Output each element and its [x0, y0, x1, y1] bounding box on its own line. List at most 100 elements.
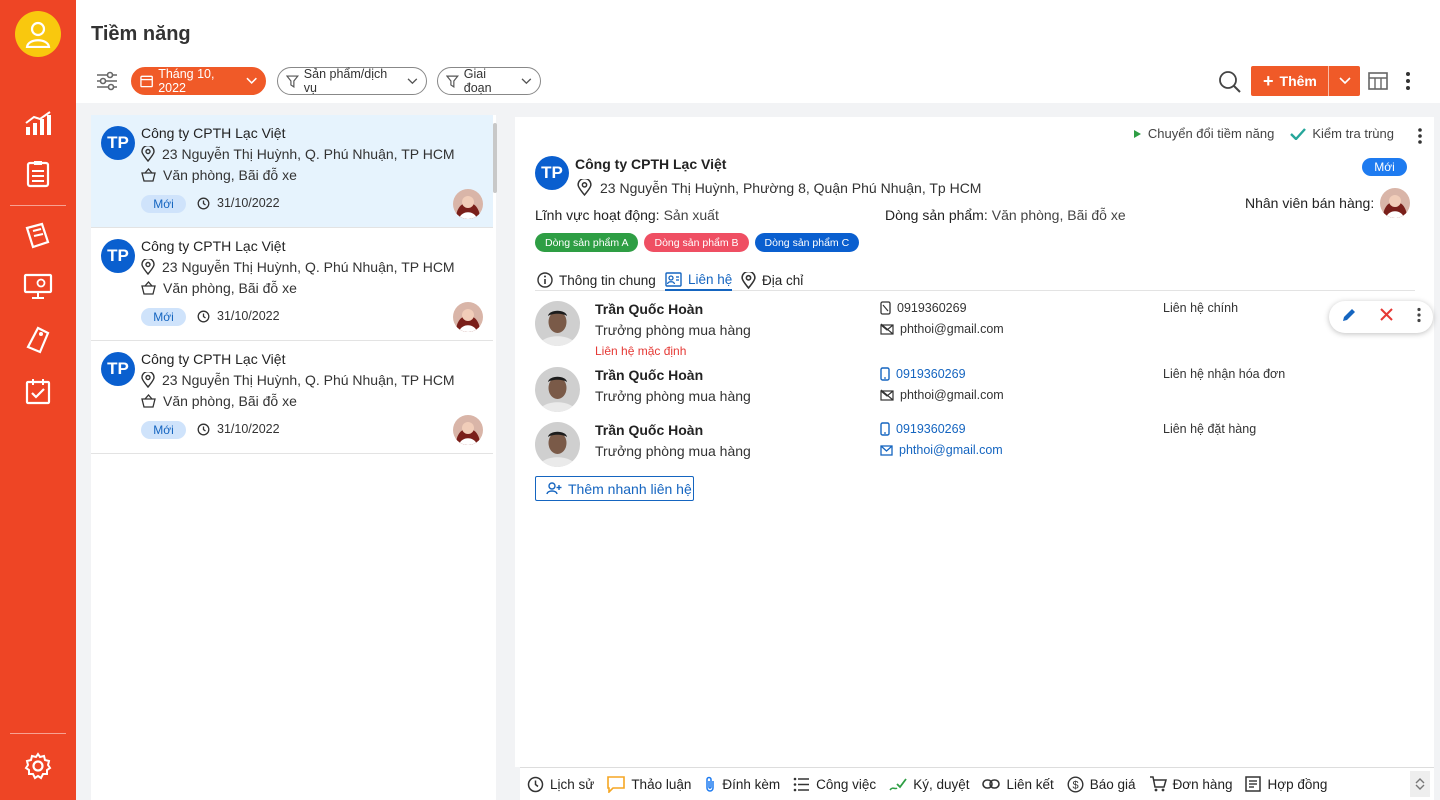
- sales-rep-avatar[interactable]: [453, 415, 483, 445]
- contact-phone-text: 0919360269: [897, 301, 967, 315]
- location-pin-icon: [141, 146, 155, 162]
- ticket-icon[interactable]: [22, 220, 54, 252]
- tab-address[interactable]: Địa chỉ: [741, 269, 803, 291]
- rail-divider: [10, 205, 66, 206]
- list-scrollbar[interactable]: [493, 123, 497, 193]
- approval-label: Ký, duyệt: [913, 776, 970, 792]
- monitor-icon[interactable]: [22, 270, 54, 302]
- quick-add-contact-button[interactable]: Thêm nhanh liên hệ: [535, 476, 694, 501]
- sales-rep-field: Nhân viên bán hàng:: [1245, 188, 1411, 218]
- paperclip-icon: [706, 776, 715, 792]
- settings-gear-icon[interactable]: [22, 750, 54, 782]
- funnel-icon: [446, 75, 459, 88]
- user-icon: [25, 21, 51, 48]
- tasks-button[interactable]: Công việc: [793, 777, 876, 792]
- stage-filter-dropdown[interactable]: Giai đoạn: [437, 67, 541, 95]
- quotes-button[interactable]: $ Báo giá: [1067, 775, 1136, 793]
- lead-list-item[interactable]: TP Công ty CPTH Lạc Việt 23 Nguyễn Thị H…: [91, 115, 493, 228]
- contact-role: Liên hệ nhận hóa đơn: [1163, 367, 1286, 381]
- bottom-bar-scroller[interactable]: [1410, 771, 1430, 797]
- filter-settings-icon[interactable]: [96, 71, 118, 96]
- contact-name: Trần Quốc Hoàn: [595, 367, 704, 383]
- contact-photo: [535, 367, 580, 412]
- attachments-label: Đính kèm: [722, 776, 781, 792]
- more-vertical-icon[interactable]: [1402, 71, 1414, 96]
- lead-list-item[interactable]: TP Công ty CPTH Lạc Việt 23 Nguyễn Thị H…: [91, 228, 493, 341]
- month-filter-dropdown[interactable]: Tháng 10, 2022: [131, 67, 266, 95]
- status-badge: Mới: [141, 308, 186, 326]
- email-off-icon: [880, 389, 894, 401]
- company-avatar: TP: [535, 156, 569, 190]
- links-button[interactable]: Liên kết: [982, 777, 1054, 792]
- add-button[interactable]: + Thêm: [1251, 66, 1360, 96]
- lead-address: 23 Nguyễn Thị Huỳnh, Q. Phú Nhuận, TP HC…: [162, 146, 455, 162]
- contact-email-text: phthoi@gmail.com: [900, 322, 1004, 336]
- company-avatar: TP: [101, 239, 135, 273]
- lead-date: 31/10/2022: [197, 422, 280, 436]
- history-button[interactable]: Lịch sử: [527, 776, 594, 793]
- delete-x-icon[interactable]: [1379, 308, 1393, 326]
- contracts-button[interactable]: Hợp đồng: [1245, 776, 1327, 792]
- lead-address: 23 Nguyễn Thị Huỳnh, Q. Phú Nhuận, TP HC…: [162, 259, 455, 275]
- contact-phone: 0919360269: [880, 301, 967, 315]
- clock-history-icon: [197, 310, 210, 322]
- contact-title: Trưởng phòng mua hàng: [595, 322, 751, 338]
- contact-email-text: phthoi@gmail.com: [899, 443, 1003, 457]
- contact-row[interactable]: Trần Quốc Hoàn Trưởng phòng mua hàng 091…: [535, 422, 1415, 482]
- approval-button[interactable]: Ký, duyệt: [889, 776, 969, 792]
- left-rail: [0, 0, 76, 800]
- attachments-button[interactable]: Đính kèm: [704, 776, 780, 793]
- product-tag[interactable]: Dòng sản phẩm C: [754, 233, 860, 252]
- contact-card-icon: [665, 271, 682, 287]
- add-options-toggle[interactable]: [1329, 77, 1360, 85]
- lead-products: Văn phòng, Bãi đỗ xe: [163, 393, 297, 409]
- svg-text:$: $: [1072, 779, 1078, 791]
- calendar-check-icon[interactable]: [22, 375, 54, 407]
- shopping-cart-icon: [1149, 776, 1167, 792]
- product-tag[interactable]: Dòng sản phẩm A: [535, 233, 639, 252]
- sales-rep-avatar[interactable]: [1380, 188, 1411, 218]
- price-tag-icon[interactable]: [22, 324, 54, 356]
- contact-email[interactable]: phthoi@gmail.com: [880, 443, 1003, 457]
- tab-contacts[interactable]: Liên hệ: [665, 269, 733, 291]
- industry-value: Sản xuất: [663, 207, 719, 223]
- lead-products-row: Văn phòng, Bãi đỗ xe: [141, 167, 297, 183]
- funnel-icon: [286, 75, 299, 88]
- discussion-button[interactable]: Thảo luận: [607, 775, 691, 793]
- convert-lead-label: Chuyển đổi tiềm năng: [1147, 126, 1275, 141]
- contact-phone[interactable]: 0919360269: [880, 367, 966, 381]
- product-line-label: Dòng sản phẩm:: [885, 207, 988, 223]
- checkmark-icon: [1290, 127, 1307, 140]
- more-vertical-icon[interactable]: [1416, 307, 1422, 328]
- report-chart-icon[interactable]: [22, 108, 54, 140]
- checklist-icon[interactable]: [22, 158, 54, 190]
- edit-pencil-icon[interactable]: [1341, 307, 1357, 328]
- orders-button[interactable]: Đơn hàng: [1149, 776, 1232, 792]
- contact-phone[interactable]: 0919360269: [880, 422, 966, 436]
- user-avatar[interactable]: [15, 11, 61, 57]
- layout-view-icon[interactable]: [1368, 72, 1388, 95]
- contact-photo: [535, 301, 580, 346]
- product-filter-dropdown[interactable]: Sản phẩm/dịch vụ: [277, 67, 427, 95]
- lead-date: 31/10/2022: [197, 309, 280, 323]
- contracts-label: Hợp đồng: [1267, 776, 1328, 792]
- dollar-circle-icon: $: [1067, 775, 1084, 793]
- company-address: 23 Nguyễn Thị Huỳnh, Phường 8, Quận Phú …: [600, 179, 982, 196]
- detail-tabs: Thông tin chung Liên hệ Địa chỉ: [535, 265, 1415, 291]
- lead-list-item[interactable]: TP Công ty CPTH Lạc Việt 23 Nguyễn Thị H…: [91, 341, 493, 454]
- product-line-value: Văn phòng, Bãi đỗ xe: [991, 207, 1126, 223]
- more-vertical-icon[interactable]: [1414, 127, 1426, 150]
- product-tag[interactable]: Dòng sản phẩm B: [644, 233, 749, 252]
- tab-general-info[interactable]: Thông tin chung: [537, 269, 656, 291]
- product-tags: Dòng sản phẩm A Dòng sản phẩm B Dòng sản…: [535, 233, 860, 252]
- convert-lead-button[interactable]: Chuyển đổi tiềm năng: [1133, 126, 1274, 141]
- contact-role: Liên hệ đặt hàng: [1163, 422, 1257, 436]
- contact-row[interactable]: Trần Quốc Hoàn Trưởng phòng mua hàng 091…: [535, 367, 1415, 427]
- search-icon[interactable]: [1218, 70, 1242, 99]
- sales-rep-avatar[interactable]: [453, 189, 483, 219]
- sales-rep-avatar[interactable]: [453, 302, 483, 332]
- basket-icon: [141, 281, 156, 295]
- email-icon: [880, 444, 893, 456]
- contact-row[interactable]: Trần Quốc Hoàn Trưởng phòng mua hàng Liê…: [535, 301, 1415, 361]
- check-duplicate-button[interactable]: Kiểm tra trùng: [1290, 126, 1394, 141]
